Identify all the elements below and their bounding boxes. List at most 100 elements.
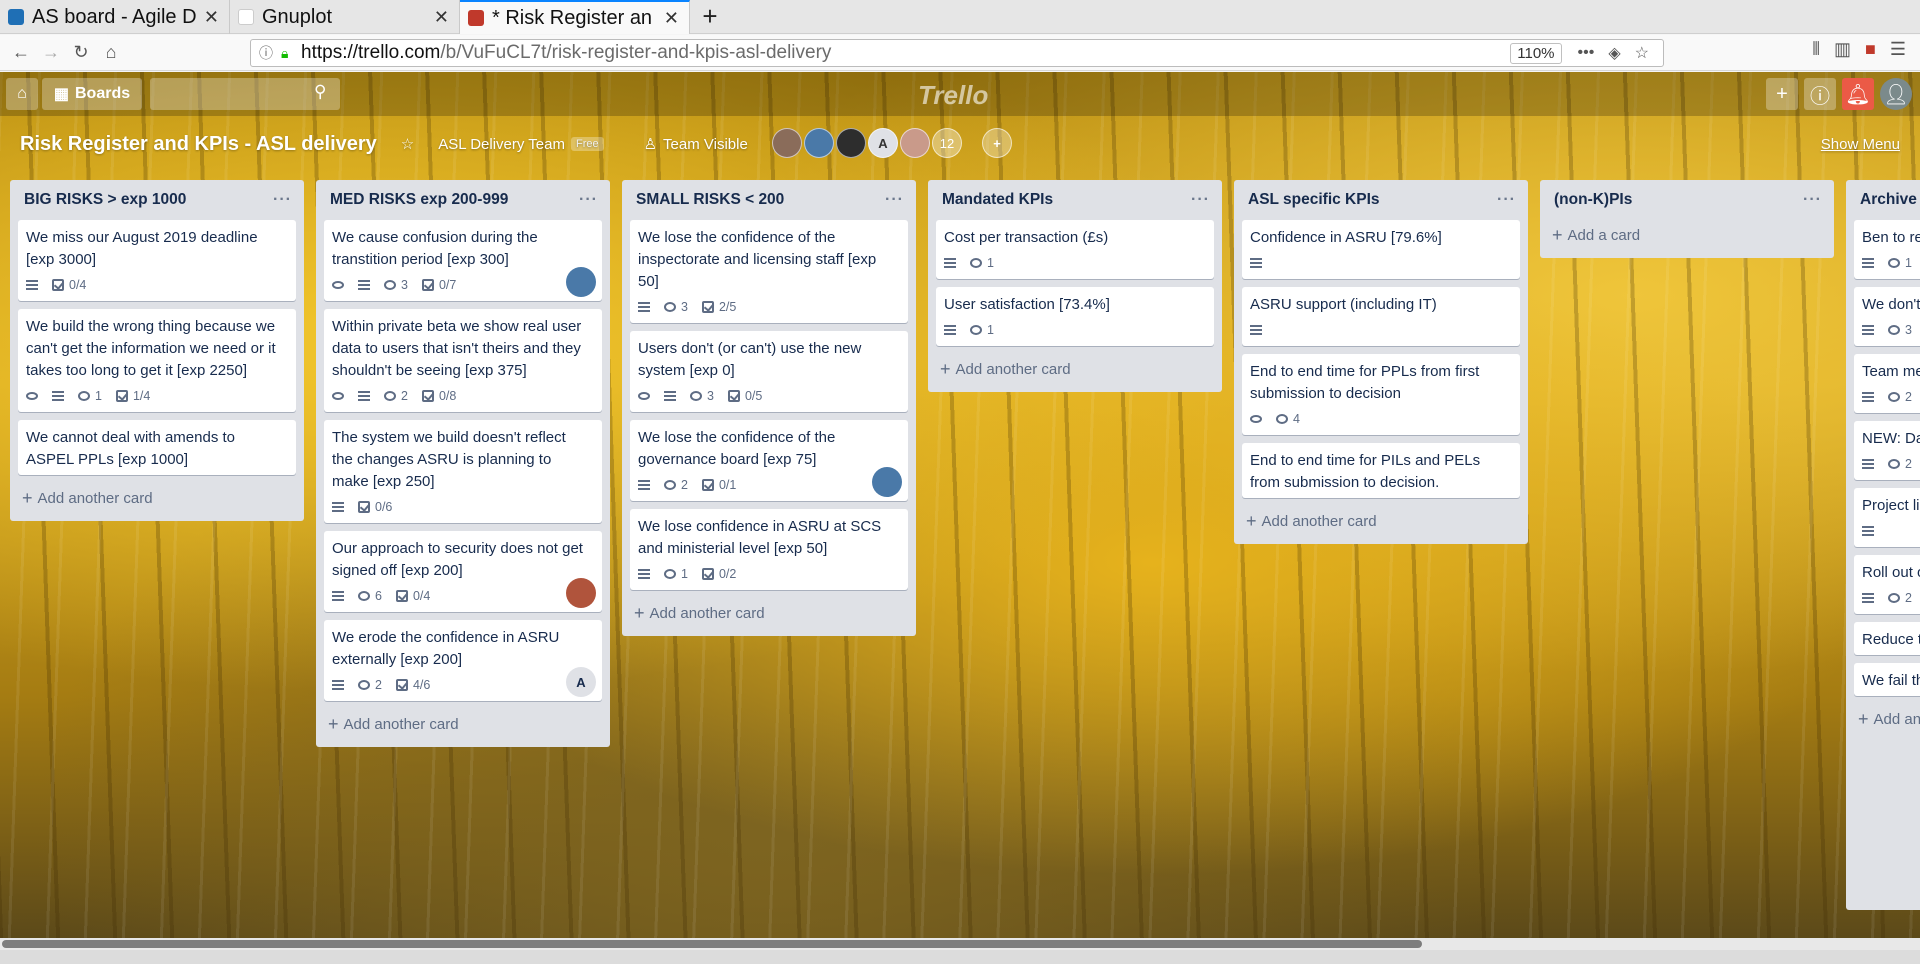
member-count[interactable]: 12 — [932, 128, 962, 158]
home-icon[interactable]: ⌂ — [96, 38, 126, 68]
card[interactable]: Reduce th PPL rene — [1854, 622, 1920, 655]
member-avatar[interactable]: A — [868, 128, 898, 158]
trello-logo[interactable]: Trello — [918, 80, 988, 111]
board-title[interactable]: Risk Register and KPIs - ASL delivery — [20, 133, 377, 156]
browser-tab[interactable]: AS board - Agile D ✕ — [0, 0, 230, 34]
list-menu-icon[interactable]: ··· — [273, 191, 292, 209]
card-member-avatar[interactable] — [566, 578, 596, 608]
list-menu-icon[interactable]: ··· — [579, 191, 598, 209]
sidebar-icon[interactable]: ▥ — [1834, 39, 1851, 60]
add-card-button[interactable]: + Add another card — [1242, 506, 1520, 536]
card[interactable]: We erode the confidence in ASRU external… — [324, 620, 602, 701]
card[interactable]: Within private beta we show real user da… — [324, 309, 602, 412]
close-tab-icon[interactable]: ✕ — [434, 7, 449, 28]
card[interactable]: We lose the confidence of the inspectora… — [630, 220, 908, 323]
list-title[interactable]: ASL specific KPIs — [1248, 191, 1380, 209]
invite-member-icon[interactable]: + — [982, 128, 1012, 158]
list-title[interactable]: SMALL RISKS < 200 — [636, 191, 784, 209]
add-card-button[interactable]: + Add another card — [324, 709, 602, 739]
visibility-button[interactable]: ♙ Team Visible — [644, 135, 748, 154]
team-button[interactable]: ASL Delivery Team Free — [438, 136, 604, 153]
card[interactable]: End to end time for PPLs from first subm… — [1242, 354, 1520, 435]
card[interactable]: We cause confusion during the transtitio… — [324, 220, 602, 301]
card[interactable]: User satisfaction [73.4%] 1 — [936, 287, 1214, 346]
member-avatar[interactable] — [772, 128, 802, 158]
search-icon[interactable]: ⚲ — [314, 82, 326, 102]
url-bar[interactable]: ⓘ 🔒︎ https://trello.com/b/VuFuCL7t/risk-… — [250, 39, 1664, 67]
card[interactable]: Roll out o delayed [e 2 — [1854, 555, 1920, 614]
boards-button[interactable]: ▦ Boards — [42, 78, 142, 110]
list-menu-icon[interactable]: ··· — [1191, 191, 1210, 209]
list-menu-icon[interactable]: ··· — [1497, 191, 1516, 209]
card[interactable]: We cannot deal with amends to ASPEL PPLs… — [18, 420, 296, 475]
card[interactable]: NEW: Da 2400] 2 — [1854, 421, 1920, 480]
add-icon[interactable]: + — [1766, 78, 1798, 110]
menu-icon[interactable]: ☰ — [1890, 39, 1906, 60]
card-member-avatar[interactable] — [566, 267, 596, 297]
add-card-button[interactable]: + Add another card — [18, 483, 296, 513]
card[interactable]: End to end time for PILs and PELs from s… — [1242, 443, 1520, 498]
card[interactable]: We build the wrong thing because we can'… — [18, 309, 296, 412]
info-icon[interactable]: ⓘ — [1804, 78, 1836, 110]
zoom-indicator[interactable]: 110% — [1510, 42, 1562, 64]
add-card-button[interactable]: + Add another card — [936, 354, 1214, 384]
bookmark-star-icon[interactable]: ☆ — [1635, 43, 1649, 63]
add-card-button[interactable]: + Add an — [1854, 704, 1920, 734]
list-menu-icon[interactable]: ··· — [885, 191, 904, 209]
card-member-avatar[interactable] — [872, 467, 902, 497]
card[interactable]: ASRU support (including IT) — [1242, 287, 1520, 346]
new-tab-button[interactable]: + — [690, 0, 730, 33]
card[interactable]: Ben to re risk. We c RASPs [e 1 — [1854, 220, 1920, 279]
pocket-icon[interactable]: ◈ — [1608, 43, 1620, 63]
list-menu-icon[interactable]: ··· — [1803, 191, 1822, 209]
card[interactable]: Users don't (or can't) use the new syste… — [630, 331, 908, 412]
member-avatar[interactable] — [900, 128, 930, 158]
card[interactable]: Our approach to security does not get si… — [324, 531, 602, 612]
member-avatar[interactable] — [836, 128, 866, 158]
list-title[interactable]: Mandated KPIs — [942, 191, 1053, 209]
description-badge — [1862, 459, 1874, 469]
card[interactable]: Confidence in ASRU [79.6%] — [1242, 220, 1520, 279]
notification-bell-icon[interactable]: 🔔︎ — [1842, 78, 1874, 110]
browser-tab-active[interactable]: * Risk Register an ✕ — [460, 0, 690, 34]
reload-icon[interactable]: ↻ — [66, 38, 96, 68]
url-text[interactable]: https://trello.com/b/VuFuCL7t/risk-regis… — [301, 42, 1510, 64]
list-title[interactable]: (non-K)PIs — [1554, 191, 1632, 209]
home-button[interactable]: ⌂ — [6, 78, 38, 110]
list-title[interactable]: BIG RISKS > exp 1000 — [24, 191, 186, 209]
card[interactable]: We don't [exp 0] 3 — [1854, 287, 1920, 346]
add-card-button[interactable]: + Add another card — [630, 598, 908, 628]
add-card-button[interactable]: + Add a card — [1548, 220, 1826, 250]
card-title: Team me [exp 0] — [1862, 363, 1920, 380]
page-actions-icon[interactable]: ••• — [1578, 44, 1595, 62]
forward-icon[interactable]: → — [36, 38, 66, 68]
show-menu-button[interactable]: Show Menu — [1821, 136, 1900, 153]
browser-tab[interactable]: Gnuplot ✕ — [230, 0, 460, 34]
card[interactable]: Project lic — [1854, 488, 1920, 547]
card[interactable]: We lose confidence in ASRU at SCS and mi… — [630, 509, 908, 590]
library-icon[interactable]: ⫴ — [1812, 39, 1820, 60]
horizontal-scrollbar[interactable] — [0, 938, 1920, 950]
description-badge — [638, 480, 650, 490]
member-avatar[interactable] — [804, 128, 834, 158]
extension-icon[interactable]: ■ — [1865, 39, 1876, 60]
close-tab-icon[interactable]: ✕ — [204, 7, 219, 28]
card-member-avatar[interactable]: A — [566, 667, 596, 697]
card[interactable]: We lose the confidence of the governance… — [630, 420, 908, 501]
card[interactable]: We miss our August 2019 deadline [exp 30… — [18, 220, 296, 301]
card[interactable]: Cost per transaction (£s) 1 — [936, 220, 1214, 279]
browser-tab-bar: AS board - Agile D ✕ Gnuplot ✕ * Risk Re… — [0, 0, 1920, 34]
info-icon[interactable]: ⓘ — [259, 43, 281, 63]
card[interactable]: Team me [exp 0] 2 — [1854, 354, 1920, 413]
list-title[interactable]: MED RISKS exp 200-999 — [330, 191, 508, 209]
close-tab-icon[interactable]: ✕ — [664, 8, 679, 29]
star-icon[interactable]: ☆ — [401, 135, 414, 153]
list-title[interactable]: Archive — [1860, 191, 1917, 209]
scrollbar-thumb[interactable] — [2, 940, 1422, 948]
avatar[interactable]: 👤︎ — [1880, 78, 1912, 110]
card[interactable]: We fail th — [1854, 663, 1920, 696]
card[interactable]: The system we build doesn't reflect the … — [324, 420, 602, 523]
card-badges: 2 — [1862, 586, 1920, 610]
back-icon[interactable]: ← — [6, 38, 36, 68]
search-input[interactable] — [150, 78, 340, 110]
